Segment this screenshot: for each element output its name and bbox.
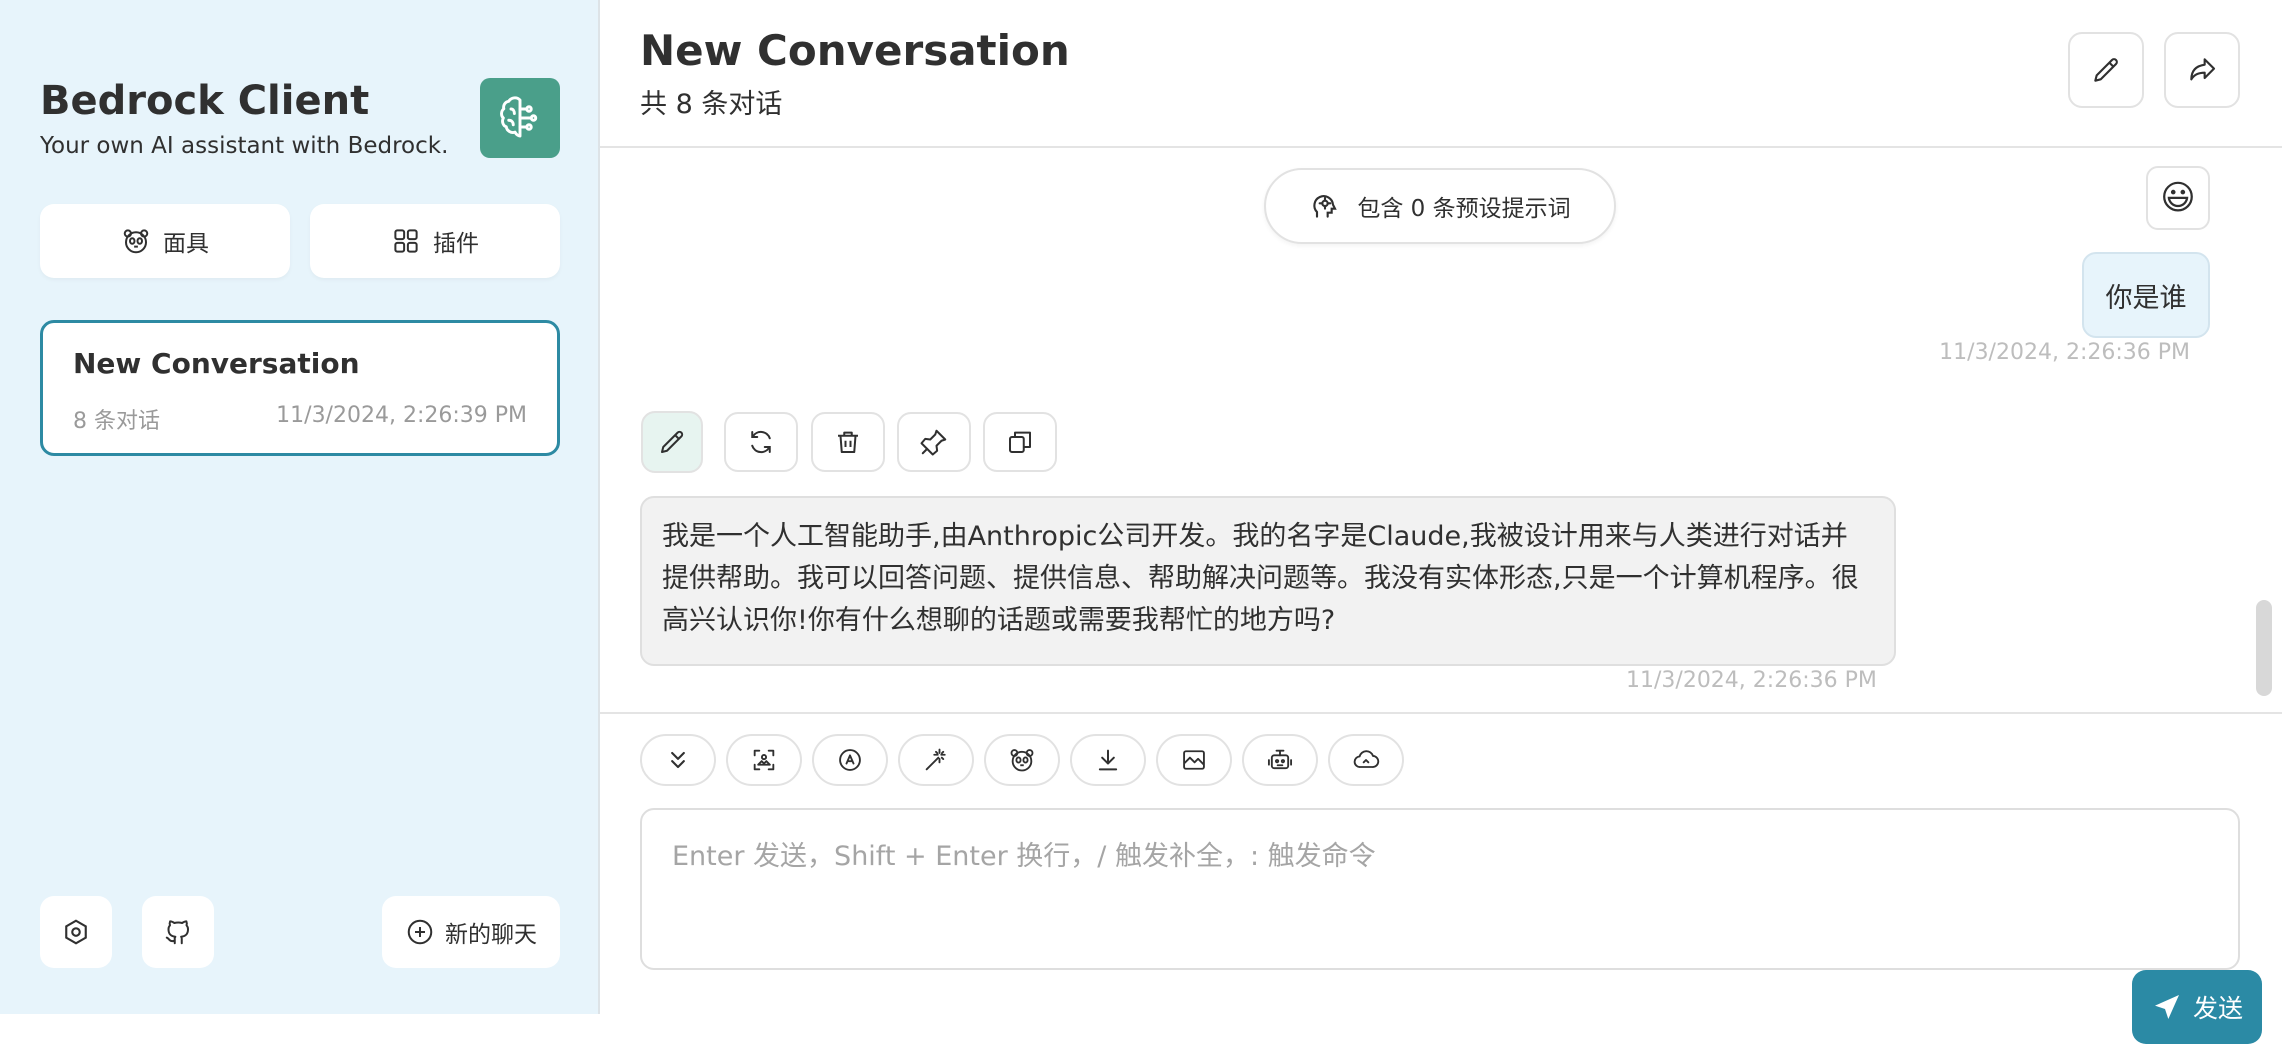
user-avatar[interactable]: 😃 bbox=[2146, 166, 2210, 230]
double-chevron-down-icon bbox=[671, 751, 685, 769]
export-button[interactable] bbox=[1070, 734, 1146, 786]
cloud-icon bbox=[1353, 750, 1380, 768]
plus-circle-icon bbox=[407, 919, 433, 945]
rename-button[interactable] bbox=[2068, 32, 2144, 108]
sidebar: Bedrock Client Your own AI assistant wit… bbox=[0, 0, 600, 1014]
download-icon bbox=[1098, 749, 1118, 771]
plugin-label: 插件 bbox=[433, 231, 479, 257]
magic-wand-icon bbox=[925, 748, 946, 771]
user-message: 你是谁 bbox=[2082, 252, 2210, 338]
main-panel: New Conversation 共 8 条对话 包含 0 条预设提示词 😃 你… bbox=[600, 0, 2282, 1044]
mask-button[interactable]: 面具 bbox=[40, 204, 290, 278]
conversation-title: New Conversation bbox=[73, 347, 360, 380]
github-button[interactable] bbox=[142, 896, 214, 968]
prompt-button[interactable] bbox=[898, 734, 974, 786]
settings-button[interactable] bbox=[40, 896, 112, 968]
chat-header: New Conversation 共 8 条对话 bbox=[600, 0, 2282, 148]
pencil-icon bbox=[2094, 58, 2118, 82]
cloud-sync-button[interactable] bbox=[1328, 734, 1404, 786]
delete-message-button[interactable] bbox=[811, 412, 885, 472]
mask-icon bbox=[1010, 749, 1034, 772]
user-message-time: 11/3/2024, 2:26:36 PM bbox=[1939, 340, 2190, 365]
assistant-message-text: 我是一个人工智能助手,由Anthropic公司开发。我的名字是Claude,我被… bbox=[662, 521, 1859, 636]
image-upload-button[interactable] bbox=[726, 734, 802, 786]
brand-subtitle: Your own AI assistant with Bedrock. bbox=[40, 133, 449, 159]
share-arrow-icon bbox=[2190, 58, 2216, 81]
chat-title: New Conversation bbox=[640, 26, 1070, 75]
conversation-count: 8 条对话 bbox=[73, 409, 160, 434]
theme-toggle-button[interactable] bbox=[812, 734, 888, 786]
edit-message-button[interactable] bbox=[641, 411, 703, 473]
new-chat-button[interactable]: 新的聊天 bbox=[382, 896, 560, 968]
user-message-text: 你是谁 bbox=[2105, 282, 2187, 314]
pin-message-button[interactable] bbox=[897, 412, 971, 472]
mask-select-button[interactable] bbox=[984, 734, 1060, 786]
brain-logo-icon bbox=[480, 78, 560, 158]
copy-message-button[interactable] bbox=[983, 412, 1057, 472]
github-icon bbox=[165, 920, 189, 945]
mask-label: 面具 bbox=[163, 231, 209, 257]
trash-icon bbox=[838, 431, 858, 453]
preset-prompts-label: 包含 0 条预设提示词 bbox=[1357, 196, 1571, 222]
refresh-icon bbox=[751, 430, 771, 454]
chat-subtitle: 共 8 条对话 bbox=[640, 89, 783, 120]
image-icon bbox=[1183, 750, 1205, 770]
image-scan-icon bbox=[753, 749, 775, 771]
conversation-item[interactable]: New Conversation 8 条对话 11/3/2024, 2:26:3… bbox=[40, 320, 560, 456]
scroll-to-bottom-button[interactable] bbox=[640, 734, 716, 786]
assistant-message-time: 11/3/2024, 2:26:36 PM bbox=[1626, 668, 1877, 693]
image-button[interactable] bbox=[1156, 734, 1232, 786]
chat-scrollbar[interactable] bbox=[2256, 600, 2272, 696]
pencil-icon bbox=[661, 430, 684, 453]
assistant-message: 我是一个人工智能助手,由Anthropic公司开发。我的名字是Claude,我被… bbox=[640, 496, 1896, 666]
plugin-button[interactable]: 插件 bbox=[310, 204, 560, 278]
new-chat-label: 新的聊天 bbox=[445, 922, 537, 948]
brand-title: Bedrock Client bbox=[40, 78, 370, 124]
robot-icon bbox=[1267, 749, 1293, 770]
message-input[interactable]: Enter 发送，Shift + Enter 换行，/ 触发补全，: 触发命令 … bbox=[640, 808, 2262, 1044]
input-panel: Enter 发送，Shift + Enter 换行，/ 触发补全，: 触发命令 … bbox=[600, 712, 2282, 1044]
send-label: 发送 bbox=[2192, 994, 2243, 1023]
app-window: Bedrock Client Your own AI assistant wit… bbox=[0, 0, 2282, 1044]
message-input-placeholder: Enter 发送，Shift + Enter 换行，/ 触发补全，: 触发命令 bbox=[672, 841, 1376, 872]
grid-icon bbox=[394, 229, 418, 253]
smiley-emoji-icon: 😃 bbox=[2160, 178, 2196, 218]
settings-icon bbox=[65, 919, 87, 945]
model-select-button[interactable] bbox=[1242, 734, 1318, 786]
preset-prompts-pill[interactable]: 包含 0 条预设提示词 bbox=[1264, 168, 1616, 244]
pin-icon bbox=[920, 429, 947, 456]
regenerate-button[interactable] bbox=[724, 412, 798, 472]
message-list: 包含 0 条预设提示词 😃 你是谁 11/3/2024, 2:26:36 PM bbox=[600, 150, 2282, 712]
brain-prompt-icon bbox=[1313, 195, 1338, 218]
send-button[interactable]: 发送 bbox=[2132, 970, 2262, 1044]
mask-icon bbox=[123, 229, 149, 254]
share-button[interactable] bbox=[2164, 32, 2240, 108]
send-icon bbox=[2154, 995, 2179, 1019]
conversation-time: 11/3/2024, 2:26:39 PM bbox=[276, 403, 527, 428]
auto-theme-icon bbox=[839, 749, 861, 771]
copy-icon bbox=[1009, 431, 1031, 453]
